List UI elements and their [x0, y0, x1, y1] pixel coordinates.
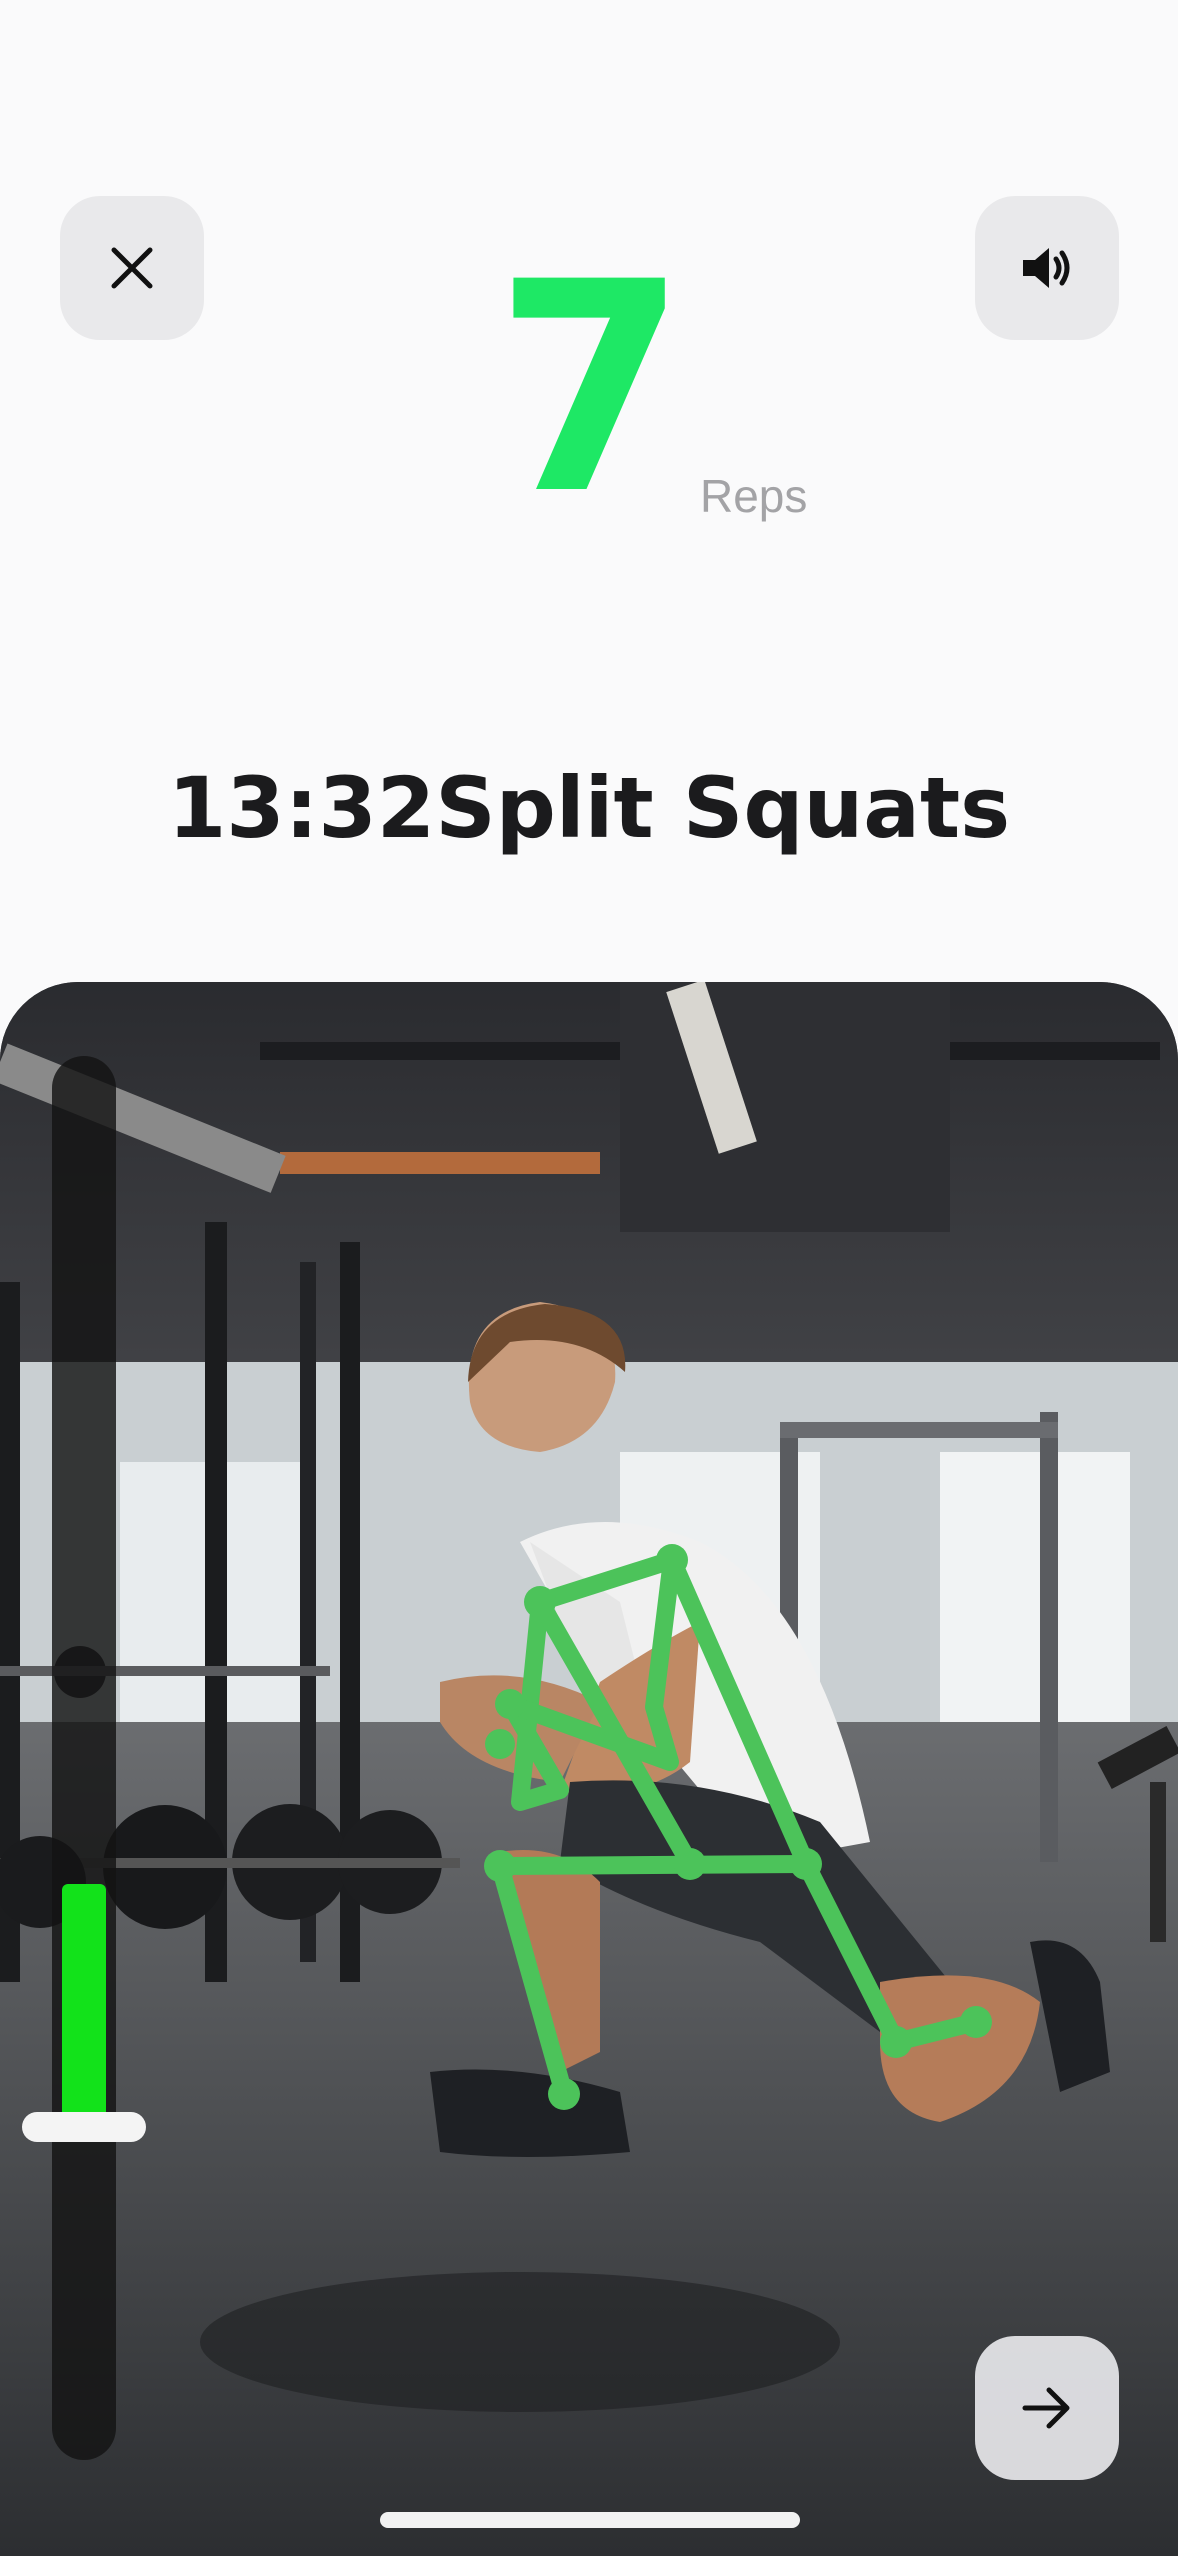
home-indicator[interactable]	[380, 2512, 800, 2528]
close-button[interactable]	[60, 196, 204, 340]
next-exercise-button[interactable]	[975, 2336, 1119, 2480]
speaker-icon	[1023, 248, 1070, 288]
exercise-name: Split Squats	[435, 759, 1011, 857]
rep-label: Reps	[700, 470, 808, 522]
close-icon	[111, 247, 153, 289]
workout-timer: 13:32	[167, 759, 436, 857]
camera-feed	[0, 982, 1178, 2556]
timer-and-exercise: 13:32Split Squats	[0, 758, 1178, 858]
arrow-right-icon	[1022, 2387, 1070, 2429]
status-bar	[0, 0, 1178, 150]
depth-target-marker	[22, 2112, 146, 2142]
depth-meter-fill	[62, 1884, 106, 2124]
sound-toggle-button[interactable]	[975, 196, 1119, 340]
depth-meter-track	[52, 1056, 116, 2460]
rep-count: 7	[495, 221, 687, 558]
gym-scene	[0, 982, 1178, 2556]
